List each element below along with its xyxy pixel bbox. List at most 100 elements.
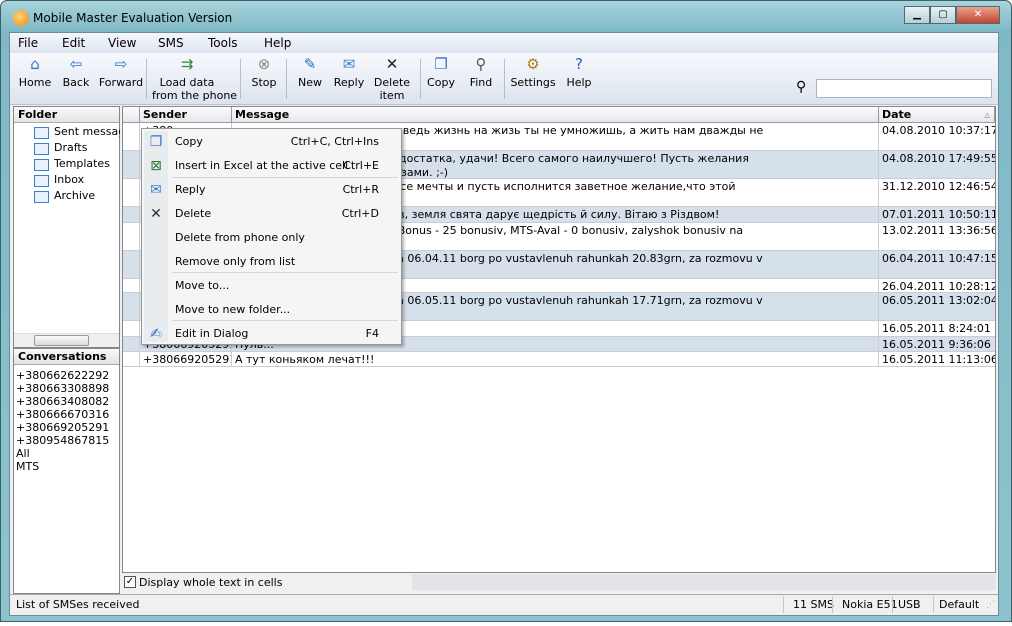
folder-item[interactable]: Archive (54, 189, 120, 205)
conversation-item[interactable]: +380663308898 (16, 382, 109, 395)
conversations-title: Conversations (14, 349, 119, 365)
row-indicator (123, 223, 140, 250)
table-row[interactable]: +380669205291 А тут коньяком лечат!!! 16.0… (123, 352, 995, 367)
menu-item-label: Delete (175, 207, 212, 220)
context-menu-item-move-to-new-folder[interactable]: Move to new folder... (142, 299, 401, 321)
checkbox-label: Display whole text in cells (139, 576, 283, 589)
menu-separator (172, 272, 398, 273)
menu-item-label: Delete from phone only (175, 231, 305, 244)
conversation-item[interactable]: +380662622292 (16, 369, 109, 382)
close-button[interactable]: ✕ (956, 6, 1000, 24)
search-icon: ⚲ (796, 79, 807, 95)
toolbar-load-data-button[interactable]: ⇉ Load data from the phone (152, 55, 237, 102)
cell-date: 16.05.2011 8:24:01 (882, 322, 991, 335)
menu-item-shortcut: Ctrl+R (342, 183, 379, 196)
context-menu-item-delete[interactable]: ✕ Delete Ctrl+D (142, 203, 401, 225)
toolbar-button-label: Load data from the phone (152, 76, 238, 102)
context-menu-item-insert-in-excel-at-the-active-cell[interactable]: ⊠ Insert in Excel at the active cell Ctrl+… (142, 155, 401, 177)
toolbar-reply-button[interactable]: ✉ Reply (330, 55, 368, 89)
toolbar-button-label: Delete item (373, 76, 411, 102)
app-logo-icon (13, 10, 29, 26)
context-menu-item-copy[interactable]: ❐ Copy Ctrl+C, Ctrl+Ins (142, 131, 401, 153)
folder-inbox-icon (34, 175, 49, 187)
toolbar-separator (420, 59, 421, 99)
conversation-item[interactable]: +380954867815 (16, 434, 109, 447)
grid-horizontal-scrollbar[interactable] (412, 574, 996, 590)
toolbar-button-label: Help (566, 76, 592, 89)
reply-icon: ✉ (342, 55, 356, 73)
folder-item[interactable]: Drafts (54, 141, 120, 157)
toolbar-back-button[interactable]: ⇦ Back (58, 55, 94, 89)
toolbar-delete-button[interactable]: ✕ Delete item (370, 55, 414, 102)
column-header-date[interactable]: Date ▵ (879, 107, 995, 123)
toolbar-separator (240, 59, 241, 99)
status-sms-count: 11 SMS (793, 598, 834, 611)
context-menu-item-delete-from-phone-only[interactable]: Delete from phone only (142, 227, 401, 249)
menu-item-label: Edit in Dialog (175, 327, 249, 340)
date-header-label: Date (882, 108, 912, 121)
conversation-item[interactable]: MTS (16, 460, 109, 473)
app-window: Mobile Master Evaluation Version ▁ ▢ ✕ F… (0, 0, 1012, 622)
toolbar-button-label: Home (18, 76, 52, 89)
folder-item[interactable]: Templates (54, 157, 120, 173)
folder-item[interactable]: Inbox (54, 173, 120, 189)
conversation-item[interactable]: +380669205291 (16, 421, 109, 434)
edit-dialog-icon: ✍ (150, 326, 162, 342)
excel-icon: ⊠ (150, 158, 162, 174)
toolbar: ⚲ ⌂ Home ⇦ Back ⇨ Forward ⇉ Load data from the … (10, 53, 998, 105)
column-header-sender[interactable]: Sender (140, 107, 232, 123)
context-menu-item-edit-in-dialog[interactable]: ✍ Edit in Dialog F4 (142, 323, 401, 345)
folder-item[interactable]: Sent messag (54, 125, 120, 141)
resize-grip-icon[interactable]: ⋰ (986, 600, 995, 610)
delete-icon: ✕ (150, 206, 162, 222)
toolbar-button-label: Back (62, 76, 90, 89)
conversation-item[interactable]: +380663408082 (16, 395, 109, 408)
toolbar-stop-button[interactable]: ⊗ Stop (246, 55, 282, 89)
toolbar-settings-button[interactable]: ⚙ Settings (508, 55, 558, 89)
menu-edit[interactable]: Edit (62, 36, 85, 50)
row-indicator (123, 337, 140, 351)
search-input[interactable] (816, 79, 992, 98)
toolbar-separator (286, 59, 287, 99)
menu-item-shortcut: F4 (365, 327, 379, 340)
conversation-item[interactable]: +380666670316 (16, 408, 109, 421)
toolbar-new-button[interactable]: ✎ New (292, 55, 328, 89)
menu-separator (172, 320, 398, 321)
context-menu-item-remove-only-from-list[interactable]: Remove only from list (142, 251, 401, 273)
window-title: Mobile Master Evaluation Version (33, 11, 233, 25)
toolbar-find-button[interactable]: ⚲ Find (462, 55, 500, 89)
find-icon: ⚲ (475, 55, 487, 73)
folder-horizontal-scrollbar[interactable] (14, 333, 119, 347)
column-header-message[interactable]: Message (232, 107, 879, 123)
cell-date: 31.12.2010 12:46:54 (882, 180, 995, 193)
load-data-icon: ⇉ (180, 55, 194, 73)
context-menu-item-reply[interactable]: ✉ Reply Ctrl+R (142, 179, 401, 201)
menu-help[interactable]: Help (264, 36, 291, 50)
menu-item-label: Move to new folder... (175, 303, 291, 316)
display-whole-text-checkbox[interactable]: ✓ Display whole text in cells (122, 574, 412, 590)
row-indicator (123, 207, 140, 222)
context-menu-item-move-to[interactable]: Move to... (142, 275, 401, 297)
menu-item-shortcut: Ctrl+E (343, 159, 379, 172)
menu-separator (172, 177, 398, 178)
cell-date: 04.08.2010 17:49:55 (882, 152, 995, 165)
checkbox-check-icon: ✓ (124, 576, 136, 588)
stop-icon: ⊗ (257, 55, 271, 73)
conversation-item[interactable]: All (16, 447, 109, 460)
minimize-button[interactable]: ▁ (904, 6, 930, 24)
menu-item-shortcut: Ctrl+C, Ctrl+Ins (290, 135, 379, 148)
maximize-button[interactable]: ▢ (930, 6, 956, 24)
toolbar-forward-button[interactable]: ⇨ Forward (96, 55, 146, 89)
status-profile: Default (939, 598, 980, 611)
menu-file[interactable]: File (18, 36, 38, 50)
toolbar-home-button[interactable]: ⌂ Home (14, 55, 56, 89)
cell-date: 13.02.2011 13:36:56 (882, 224, 995, 237)
menu-sms[interactable]: SMS (158, 36, 184, 50)
row-indicator (123, 179, 140, 206)
menu-view[interactable]: View (108, 36, 136, 50)
delete-icon: ✕ (385, 55, 399, 73)
menu-tools[interactable]: Tools (208, 36, 238, 50)
toolbar-help-button[interactable]: ? Help (560, 55, 598, 89)
conversations-panel: Conversations +380662622292 +380663308898… (13, 348, 120, 594)
toolbar-copy-button[interactable]: ❐ Copy (422, 55, 460, 89)
